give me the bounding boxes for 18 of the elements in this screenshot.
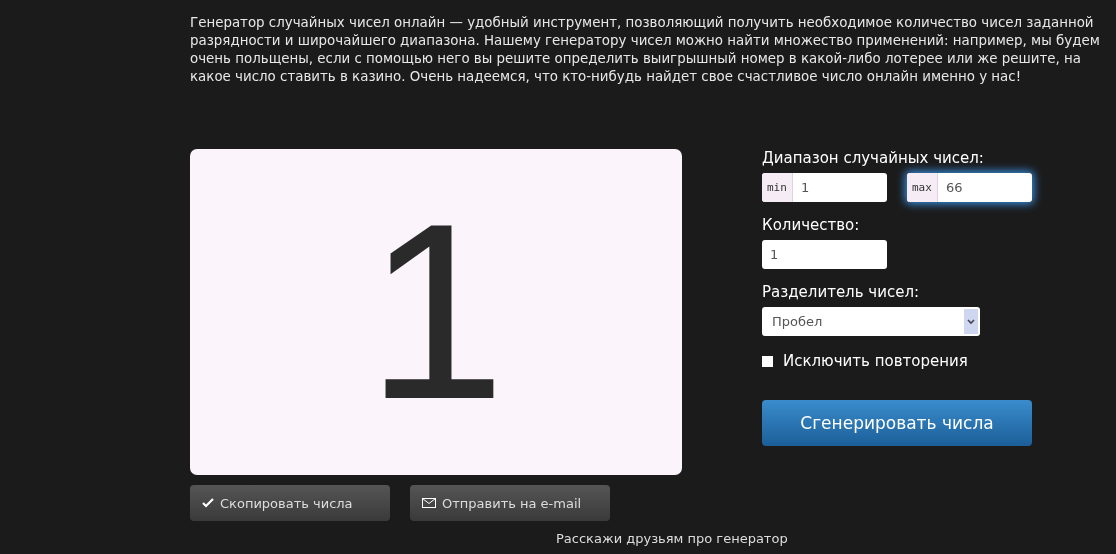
email-button[interactable]: Отправить на e-mail <box>410 485 610 521</box>
count-input-field[interactable]: 1 <box>762 240 887 269</box>
share-text: Расскажи друзьям про генератор <box>556 531 789 546</box>
exclude-checkbox[interactable] <box>762 355 773 367</box>
caret-icon <box>964 309 978 334</box>
count-label: Количество: <box>762 216 861 234</box>
envelope-icon <box>422 498 436 508</box>
copy-button[interactable]: Скопировать числа <box>190 485 390 521</box>
separator-label: Разделитель чисел: <box>762 283 921 301</box>
checkmark-icon <box>202 497 214 509</box>
range-label: Диапазон случайных чисел: <box>762 149 985 167</box>
range-input-field[interactable]: min 1 <box>762 173 887 202</box>
range-input-field[interactable]: max 66 <box>907 173 1032 202</box>
generate-button[interactable]: Сгенерировать числа <box>762 400 1032 446</box>
result-number: 1 <box>366 187 506 437</box>
intro-paragraph: Генератор случайных чисел онлайн — удобный инструмент, позволяющий получить необходимое количество чисел заданной разрядности и широчайшего диапазона. Нашему генератору чисел можно найти множество применений: например, мы будем очень польщены, если с помощью него вы решите определить выигрышный номер в какой-либо лотерее или же решите, на какое число ставить в казино. Очень надеемся, что кто-нибудь найдет свое счастливое число онлайн именно у нас! <box>190 14 1101 86</box>
exclude-label: Исключить повторения <box>783 352 968 370</box>
separator-dropdown[interactable]: Пробел <box>762 307 980 336</box>
